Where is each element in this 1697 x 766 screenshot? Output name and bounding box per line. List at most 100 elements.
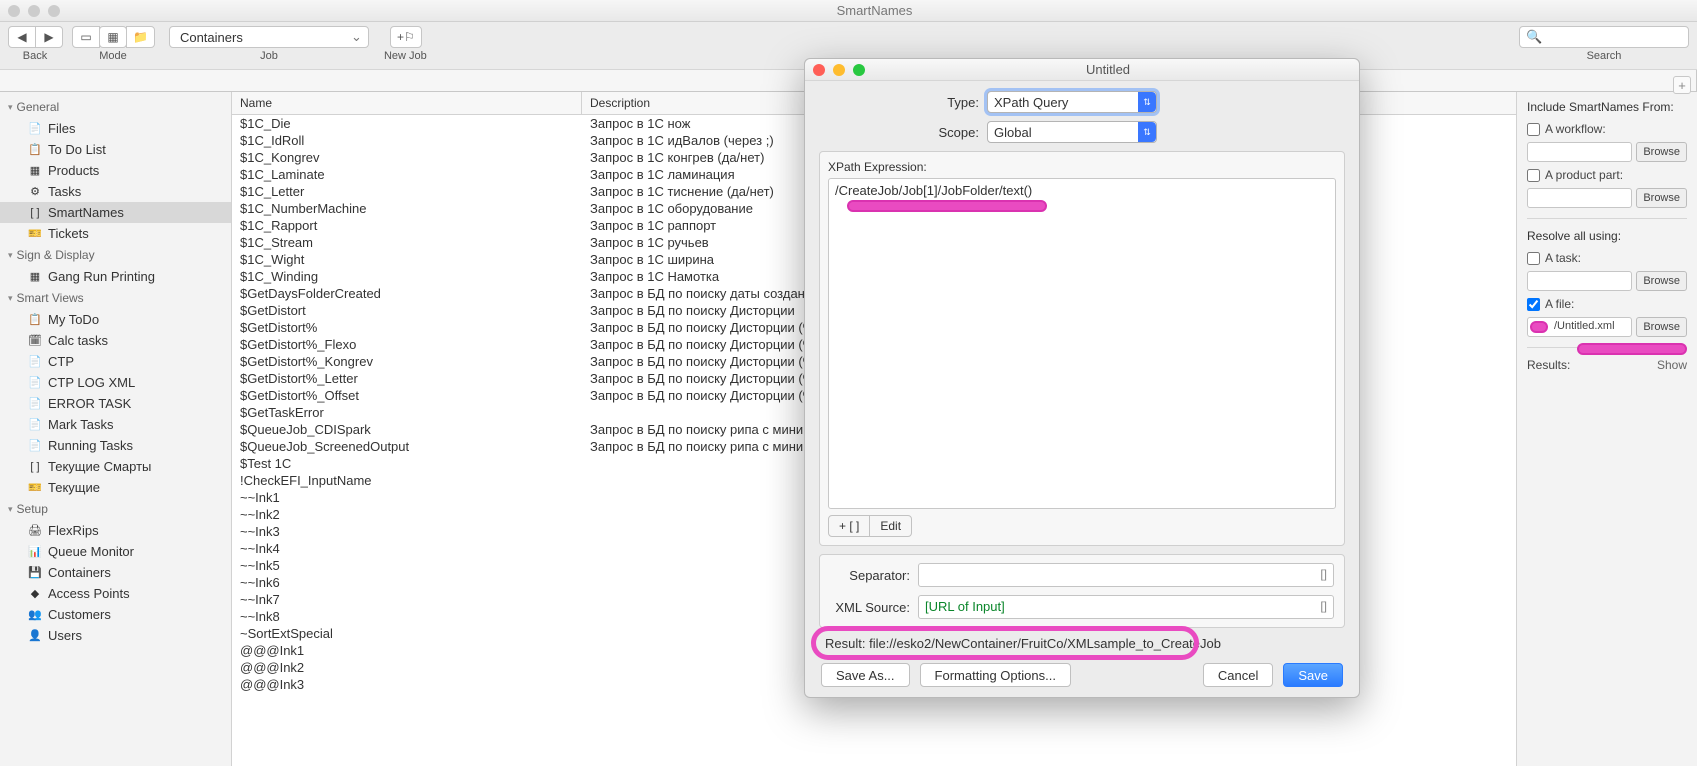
close-dot[interactable] <box>8 5 20 17</box>
sidebar-item[interactable]: 📄CTP <box>0 351 231 372</box>
search-icon: 🔍 <box>1526 29 1542 45</box>
sidebar-label: To Do List <box>48 142 106 157</box>
sidebar-icon: 📄 <box>28 397 42 411</box>
sidebar-item[interactable]: 📄ERROR TASK <box>0 393 231 414</box>
insert-smartname-button[interactable]: + [ ] <box>828 515 870 537</box>
show-link[interactable]: Show <box>1657 358 1687 372</box>
sidebar-icon: 👥 <box>28 608 42 622</box>
sidebar-label: Customers <box>48 607 111 622</box>
search-label: Search <box>1587 50 1622 62</box>
sidebar-label: FlexRips <box>48 523 99 538</box>
saveas-button[interactable]: Save As... <box>821 663 910 687</box>
job-combo[interactable]: Containers <box>169 26 369 48</box>
sidebar-group[interactable]: General <box>0 96 231 118</box>
dlg-zoom-icon[interactable] <box>853 64 865 76</box>
sidebar-item[interactable]: 📊Queue Monitor <box>0 541 231 562</box>
sidebar-icon: ⚙ <box>28 185 42 199</box>
result-line: Result: file://esko2/NewContainer/FruitC… <box>819 636 1345 651</box>
type-select[interactable]: XPath Query⇅ <box>987 91 1157 113</box>
back-button[interactable]: ◀ <box>8 26 36 48</box>
mode-btn-2[interactable]: ▦ <box>99 26 127 48</box>
mode-btn-3[interactable]: 📁 <box>126 26 155 48</box>
sidebar-item[interactable]: 🗓 Calc tasks <box>0 330 231 351</box>
workflow-field[interactable] <box>1527 142 1632 162</box>
cancel-button[interactable]: Cancel <box>1203 663 1273 687</box>
dlg-min-icon[interactable] <box>833 64 845 76</box>
sidebar-label: Access Points <box>48 586 130 601</box>
task-browse[interactable]: Browse <box>1636 271 1687 291</box>
edit-button[interactable]: Edit <box>869 515 912 537</box>
sidebar-item[interactable]: 📋To Do List <box>0 139 231 160</box>
sidebar-item[interactable]: 📄CTP LOG XML <box>0 372 231 393</box>
sidebar-item[interactable]: 📋My ToDo <box>0 309 231 330</box>
task-checkbox[interactable] <box>1527 252 1540 265</box>
sidebar-label: Files <box>48 121 75 136</box>
sidebar-label: Running Tasks <box>48 438 133 453</box>
sidebar-icon: 📄 <box>28 355 42 369</box>
sidebar-icon: 🎫 <box>28 481 42 495</box>
formatting-button[interactable]: Formatting Options... <box>920 663 1071 687</box>
productpart-browse[interactable]: Browse <box>1636 188 1687 208</box>
sidebar-item[interactable]: 🖨 FlexRips <box>0 520 231 541</box>
sidebar-item[interactable]: 📄Running Tasks <box>0 435 231 456</box>
sidebar-item[interactable]: 🎫Текущие <box>0 477 231 498</box>
save-button[interactable]: Save <box>1283 663 1343 687</box>
sidebar-icon: ▦ <box>28 164 42 178</box>
xpath-textarea[interactable]: /CreateJob/Job[1]/JobFolder/text() <box>828 178 1336 509</box>
zoom-dot[interactable] <box>48 5 60 17</box>
xmlsource-field[interactable]: [URL of Input] <box>918 595 1334 619</box>
sidebar-label: Calc tasks <box>48 333 108 348</box>
forward-button[interactable]: ▶ <box>35 26 63 48</box>
sidebar-item[interactable]: 👥 Customers <box>0 604 231 625</box>
sidebar-label: Текущие Смарты <box>48 459 151 474</box>
window-title: SmartNames <box>60 3 1689 18</box>
sidebar-icon: 🗓 <box>28 334 42 348</box>
sidebar-item[interactable]: ▦Products <box>0 160 231 181</box>
include-header: Include SmartNames From: <box>1527 100 1687 114</box>
mode-btn-1[interactable]: ▭ <box>72 26 100 48</box>
sidebar-item[interactable]: ▦Gang Run Printing <box>0 266 231 287</box>
sidebar-group[interactable]: Sign & Display <box>0 244 231 266</box>
dialog-titlebar: Untitled <box>805 59 1359 81</box>
sidebar-label: SmartNames <box>48 205 124 220</box>
sidebar-item[interactable]: 👤Users <box>0 625 231 646</box>
productpart-field[interactable] <box>1527 188 1632 208</box>
search-input[interactable]: 🔍 <box>1519 26 1689 48</box>
newjob-button[interactable]: +⚐ <box>390 26 422 48</box>
separator-field[interactable] <box>918 563 1334 587</box>
file-browse[interactable]: Browse <box>1636 317 1687 337</box>
sidebar-icon: ◆ <box>28 587 42 601</box>
separator-label: Separator: <box>830 568 910 583</box>
productpart-checkbox[interactable] <box>1527 169 1540 182</box>
task-field[interactable] <box>1527 271 1632 291</box>
min-dot[interactable] <box>28 5 40 17</box>
sidebar-label: CTP LOG XML <box>48 375 135 390</box>
file-checkbox[interactable] <box>1527 298 1540 311</box>
col-name[interactable]: Name <box>232 92 582 114</box>
sidebar-item[interactable]: ◆ Access Points <box>0 583 231 604</box>
file-field[interactable]: /Untitled.xml <box>1527 317 1632 337</box>
sidebar-item[interactable]: 📄Files <box>0 118 231 139</box>
sidebar-item[interactable]: ⚙Tasks <box>0 181 231 202</box>
dlg-close-icon[interactable] <box>813 64 825 76</box>
workflow-browse[interactable]: Browse <box>1636 142 1687 162</box>
xpath-dialog: Untitled Type: XPath Query⇅ Scope: Globa… <box>804 58 1360 698</box>
xpath-label: XPath Expression: <box>828 160 1336 174</box>
sidebar-item[interactable]: 🎫Tickets <box>0 223 231 244</box>
sidebar-icon: 🖨 <box>28 524 42 538</box>
sidebar-item[interactable]: 📄Mark Tasks <box>0 414 231 435</box>
sidebar-item[interactable]: [ ]SmartNames <box>0 202 231 223</box>
job-label: Job <box>260 50 278 62</box>
sidebar-item[interactable]: 💾Containers <box>0 562 231 583</box>
add-tab-button[interactable]: + <box>1673 76 1691 94</box>
sidebar-group[interactable]: Setup <box>0 498 231 520</box>
workflow-label: A workflow: <box>1545 122 1606 136</box>
scope-select[interactable]: Global⇅ <box>987 121 1157 143</box>
sidebar-item[interactable]: [ ]Текущие Смарты <box>0 456 231 477</box>
dialog-footer: Save As... Formatting Options... Cancel … <box>819 659 1345 687</box>
workflow-checkbox[interactable] <box>1527 123 1540 136</box>
sidebar-group[interactable]: Smart Views <box>0 287 231 309</box>
sidebar-label: Gang Run Printing <box>48 269 155 284</box>
sidebar-label: Mark Tasks <box>48 417 114 432</box>
traffic-lights <box>8 5 60 17</box>
